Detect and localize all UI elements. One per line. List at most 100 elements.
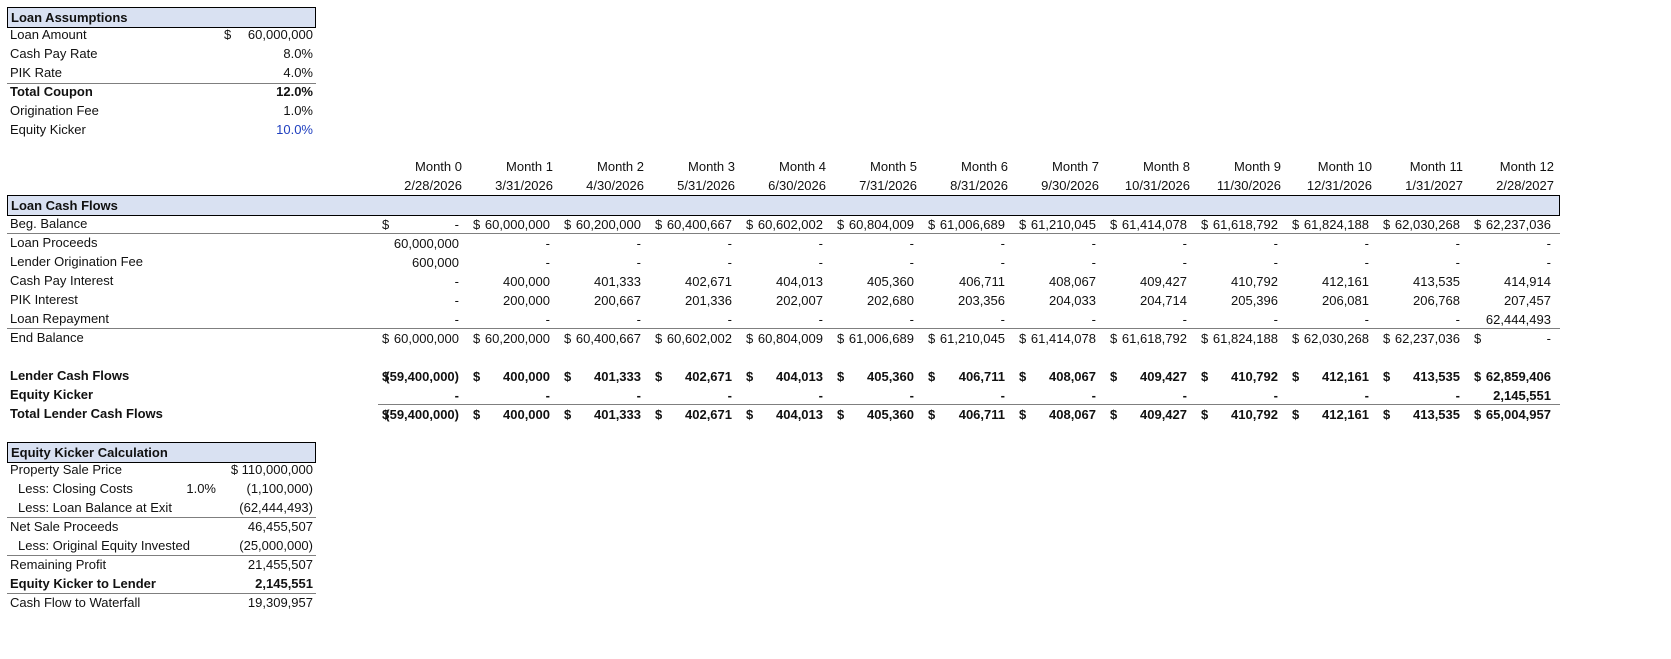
assumption-value[interactable]: 1.0% [283, 103, 313, 118]
cash-flow-row-cell[interactable]: - [1472, 234, 1555, 254]
lender-row-cell[interactable]: $402,671 [653, 367, 736, 387]
lender-row-label[interactable]: Total Lender Cash Flows [10, 406, 163, 421]
cash-flow-row-cell[interactable]: - [1290, 234, 1373, 254]
cash-flow-row-cell[interactable]: 60,000,000 [380, 234, 463, 254]
cash-flow-row-cell[interactable]: - [471, 310, 554, 330]
cash-flow-row-label[interactable]: Cash Pay Interest [10, 273, 113, 288]
cash-flow-row-cell[interactable]: 202,680 [835, 291, 918, 311]
cash-flow-row-cell[interactable]: 410,792 [1199, 272, 1282, 292]
lender-row-cell[interactable]: - [1381, 386, 1464, 406]
lender-row-cell[interactable]: $400,000 [471, 405, 554, 425]
cash-flow-row-cell[interactable]: 408,067 [1017, 272, 1100, 292]
cash-flow-row-label[interactable]: Beg. Balance [10, 216, 87, 231]
lender-row-cell[interactable]: $65,004,957 [1472, 405, 1555, 425]
cash-flow-row-label[interactable]: Loan Repayment [10, 311, 109, 326]
kicker-label[interactable]: Net Sale Proceeds [10, 519, 118, 534]
cash-flow-row-label[interactable]: PIK Interest [10, 292, 78, 307]
lender-row-cell[interactable]: $409,427 [1108, 367, 1191, 387]
kicker-label[interactable]: Equity Kicker to Lender [10, 576, 156, 591]
lender-row-label[interactable]: Lender Cash Flows [10, 368, 129, 383]
kicker-label[interactable]: Remaining Profit [10, 557, 106, 572]
cash-flow-row-cell[interactable]: $61,824,188 [1199, 329, 1282, 349]
cash-flow-row-cell[interactable]: 204,033 [1017, 291, 1100, 311]
kicker-value[interactable]: (25,000,000) [239, 538, 313, 553]
lender-row-cell[interactable]: $404,013 [744, 367, 827, 387]
lender-row-cell[interactable]: $62,859,406 [1472, 367, 1555, 387]
lender-row-cell[interactable]: $406,711 [926, 405, 1009, 425]
cash-flow-row-cell[interactable]: - [926, 310, 1009, 330]
cash-flow-row-cell[interactable]: - [1017, 234, 1100, 254]
lender-row-cell[interactable]: $401,333 [562, 405, 645, 425]
lender-row-cell[interactable]: $408,067 [1017, 405, 1100, 425]
assumption-label[interactable]: Origination Fee [10, 103, 99, 118]
cash-flow-row-cell[interactable]: - [835, 253, 918, 273]
equity-kicker-header[interactable]: Equity Kicker Calculation [7, 442, 316, 463]
cash-flow-row-cell[interactable]: $60,804,009 [744, 329, 827, 349]
cash-flow-row-cell[interactable]: $60,602,002 [744, 215, 827, 235]
cash-flow-row-cell[interactable]: - [744, 253, 827, 273]
cash-flow-row-cell[interactable]: $62,030,268 [1290, 329, 1373, 349]
cash-flow-row-cell[interactable]: $62,237,036 [1472, 215, 1555, 235]
assumption-value[interactable]: 60,000,000 [248, 27, 313, 42]
cash-flow-row-cell[interactable]: $60,804,009 [835, 215, 918, 235]
lender-row-cell[interactable]: - [471, 386, 554, 406]
cash-flow-row-cell[interactable]: $62,030,268 [1381, 215, 1464, 235]
cash-flow-row-cell[interactable]: - [653, 253, 736, 273]
lender-row-cell[interactable]: - [744, 386, 827, 406]
cash-flow-row-cell[interactable]: - [471, 253, 554, 273]
cash-flow-row-cell[interactable]: - [1290, 253, 1373, 273]
cash-flow-row-cell[interactable]: - [926, 253, 1009, 273]
cash-flow-row-cell[interactable]: - [1108, 253, 1191, 273]
lender-row-cell[interactable]: $ (59,400,000) [380, 405, 463, 425]
cash-flow-row-cell[interactable]: - [1381, 234, 1464, 254]
cash-flow-row-cell[interactable]: - [1199, 253, 1282, 273]
lender-row-cell[interactable]: - [380, 386, 463, 406]
cash-flow-row-cell[interactable]: $ - [380, 215, 463, 235]
cash-flow-row-label[interactable]: Loan Proceeds [10, 235, 97, 250]
cash-flow-row-cell[interactable]: - [1108, 234, 1191, 254]
lender-row-cell[interactable]: $410,792 [1199, 367, 1282, 387]
cash-flow-row-cell[interactable]: 201,336 [653, 291, 736, 311]
cash-flow-row-cell[interactable]: 402,671 [653, 272, 736, 292]
cash-flow-row-cell[interactable]: 401,333 [562, 272, 645, 292]
cash-flow-row-cell[interactable]: 200,000 [471, 291, 554, 311]
cash-flow-row-cell[interactable]: - [653, 234, 736, 254]
kicker-pct[interactable]: 1.0% [186, 481, 216, 496]
cash-flow-row-cell[interactable]: - [744, 234, 827, 254]
lender-row-cell[interactable]: - [835, 386, 918, 406]
kicker-value[interactable]: (62,444,493) [239, 500, 313, 515]
kicker-value[interactable]: 2,145,551 [255, 576, 313, 591]
cash-flow-row-cell[interactable]: 203,356 [926, 291, 1009, 311]
assumption-label[interactable]: Equity Kicker [10, 122, 86, 137]
assumption-value[interactable]: 4.0% [283, 65, 313, 80]
kicker-label[interactable]: Less: Closing Costs [18, 481, 133, 496]
cash-flow-row-cell[interactable]: - [1108, 310, 1191, 330]
cash-flow-row-cell[interactable]: 405,360 [835, 272, 918, 292]
cash-flow-row-cell[interactable]: $61,618,792 [1108, 329, 1191, 349]
lender-row-cell[interactable]: $409,427 [1108, 405, 1191, 425]
kicker-value[interactable]: (1,100,000) [247, 481, 314, 496]
cash-flow-row-cell[interactable]: - [1290, 310, 1373, 330]
cash-flow-row-cell[interactable]: $61,824,188 [1290, 215, 1373, 235]
loan-assumptions-header[interactable]: Loan Assumptions [7, 7, 316, 28]
kicker-label[interactable]: Less: Original Equity Invested [18, 538, 190, 553]
assumption-value[interactable]: 12.0% [276, 84, 313, 99]
lender-row-cell[interactable]: - [1108, 386, 1191, 406]
lender-row-cell[interactable]: $405,360 [835, 405, 918, 425]
cash-flow-row-cell[interactable]: - [1017, 310, 1100, 330]
cash-flow-row-cell[interactable]: 404,013 [744, 272, 827, 292]
loan-cash-flows-header[interactable]: Loan Cash Flows [7, 195, 1560, 216]
lender-row-cell[interactable]: - [562, 386, 645, 406]
cash-flow-row-cell[interactable]: - [744, 310, 827, 330]
cash-flow-row-cell[interactable]: 412,161 [1290, 272, 1373, 292]
kicker-value[interactable]: 21,455,507 [248, 557, 313, 572]
cash-flow-row-cell[interactable]: 62,444,493 [1472, 310, 1555, 330]
kicker-value[interactable]: 19,309,957 [248, 595, 313, 610]
assumption-label[interactable]: Total Coupon [10, 84, 93, 99]
cash-flow-row-cell[interactable]: 205,396 [1199, 291, 1282, 311]
cash-flow-row-cell[interactable]: $61,210,045 [1017, 215, 1100, 235]
cash-flow-row-cell[interactable]: - [1017, 253, 1100, 273]
lender-row-cell[interactable]: $401,333 [562, 367, 645, 387]
lender-row-cell[interactable]: $413,535 [1381, 405, 1464, 425]
cash-flow-row-cell[interactable]: - [1381, 253, 1464, 273]
